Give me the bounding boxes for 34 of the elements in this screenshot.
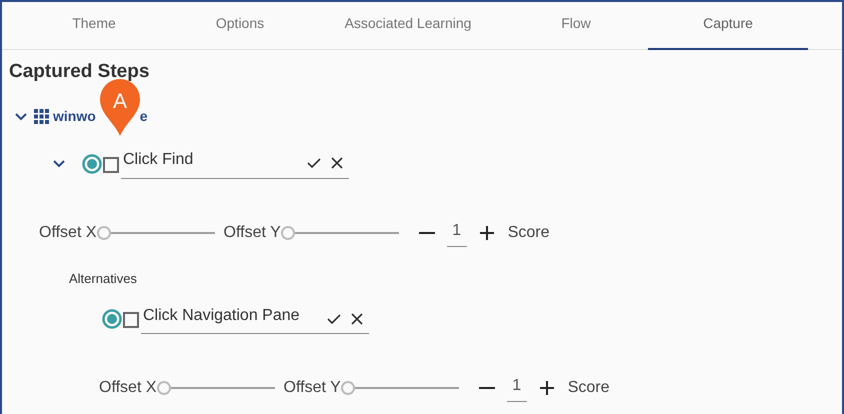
chevron-icon[interactable] bbox=[15, 112, 27, 120]
minus-icon[interactable] bbox=[478, 387, 495, 389]
slider-thumb[interactable] bbox=[96, 226, 111, 240]
plus-icon[interactable] bbox=[480, 226, 494, 240]
close-icon[interactable] bbox=[351, 312, 363, 324]
slider-thumb[interactable] bbox=[156, 381, 171, 395]
radio-button[interactable] bbox=[102, 309, 122, 329]
tab[interactable]: Associated Learning bbox=[328, 2, 488, 50]
checkbox[interactable] bbox=[123, 312, 139, 328]
check-icon[interactable] bbox=[327, 312, 341, 324]
minus-icon[interactable] bbox=[418, 232, 435, 234]
tree-node-label[interactable]: winwo bbox=[53, 106, 96, 127]
section-label: Alternatives bbox=[69, 270, 138, 288]
tab[interactable]: Capture bbox=[648, 2, 808, 50]
score-field[interactable]: 1 bbox=[446, 218, 467, 246]
slider-label: Offset Y bbox=[224, 222, 281, 242]
score-label: Score bbox=[568, 378, 610, 398]
radio-button[interactable] bbox=[82, 154, 102, 174]
check-icon[interactable] bbox=[307, 157, 321, 169]
checkbox[interactable] bbox=[103, 156, 119, 172]
slider-label: Offset X bbox=[99, 378, 157, 398]
tree-node-label[interactable]: e bbox=[140, 106, 148, 127]
step-name-field[interactable]: Click Find bbox=[121, 148, 349, 178]
slider-thumb[interactable] bbox=[340, 381, 355, 395]
chevron-icon[interactable] bbox=[53, 160, 65, 168]
slider-label: Offset X bbox=[39, 222, 97, 242]
slider-thumb[interactable] bbox=[280, 226, 295, 240]
step-name-field[interactable]: Click Navigation Pane bbox=[141, 304, 369, 334]
slider-label: Offset Y bbox=[284, 378, 341, 398]
score-label: Score bbox=[508, 222, 550, 242]
score-field[interactable]: 1 bbox=[506, 374, 527, 402]
close-icon[interactable] bbox=[331, 157, 343, 169]
plus-icon[interactable] bbox=[540, 381, 554, 395]
grid-icon bbox=[34, 109, 49, 124]
